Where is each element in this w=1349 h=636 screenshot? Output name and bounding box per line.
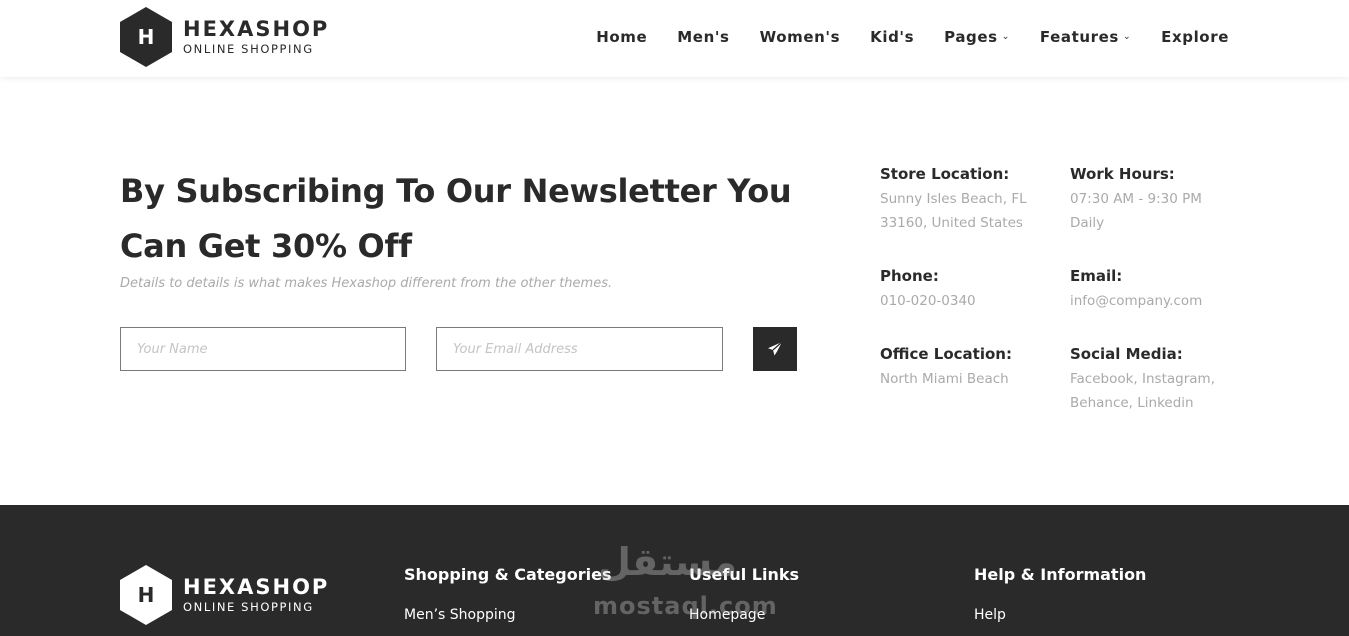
footer-column-title: Help & Information [974, 565, 1147, 584]
nav-label: Kid's [870, 28, 915, 46]
work-hours-line: 07:30 AM - 9:30 PM [1070, 191, 1202, 207]
watermark-latin: mostaql.com [593, 592, 778, 620]
nav-womens[interactable]: Women's [760, 28, 841, 46]
main-nav: Home Men's Women's Kid's Pages ⌄ Features… [566, 28, 1229, 46]
footer-column-title: Shopping & Categories [404, 565, 612, 584]
work-hours-line: Daily [1070, 215, 1105, 231]
logo-subtitle: ONLINE SHOPPING [183, 600, 314, 614]
logo-text: HEXASHOP ONLINE SHOPPING [183, 575, 329, 615]
work-hours-block: Work Hours: 07:30 AM - 9:30 PM Daily [1070, 163, 1202, 235]
watermark: مستقل mostaql.com [590, 540, 777, 625]
phone-label: Phone: [880, 267, 939, 285]
phone-block: Phone: 010-020-0340 [880, 265, 976, 313]
footer-column-categories: Shopping & Categories Men’s Shopping [404, 565, 611, 623]
logo-letter: H [137, 583, 155, 607]
work-hours-value: 07:30 AM - 9:30 PM Daily [1070, 187, 1202, 235]
footer-logo[interactable]: H HEXASHOP ONLINE SHOPPING [120, 565, 329, 625]
social-media-line[interactable]: Behance, Linkedin [1070, 391, 1215, 415]
hexagon-logo-icon: H [120, 7, 172, 67]
hexagon-logo-icon: H [120, 565, 172, 625]
nav-mens[interactable]: Men's [677, 28, 729, 46]
footer-column-help: Help & Information Help [974, 565, 1146, 623]
footer-link[interactable]: Men’s Shopping [404, 607, 611, 623]
nav-pages[interactable]: Pages ⌄ [944, 28, 1010, 46]
nav-kids[interactable]: Kid's [870, 28, 914, 46]
footer-link[interactable]: Help [974, 607, 1146, 623]
store-location-label: Store Location: [880, 165, 1010, 183]
chevron-down-icon: ⌄ [1001, 32, 1010, 42]
logo-title: HEXASHOP [183, 17, 330, 41]
watermark-arabic: مستقل [598, 540, 737, 584]
email-block: Email: info@company.com [1070, 265, 1202, 313]
office-location-label: Office Location: [880, 345, 1012, 363]
newsletter-subtext: Details to details is what makes Hexasho… [120, 276, 613, 291]
header-logo[interactable]: H HEXASHOP ONLINE SHOPPING [120, 7, 329, 67]
nav-explore[interactable]: Explore [1161, 28, 1229, 46]
email-input[interactable] [436, 327, 723, 371]
social-media-value: Facebook, Instagram, Behance, Linkedin [1070, 367, 1215, 415]
nav-label: Women's [759, 28, 841, 46]
office-location-block: Office Location: North Miami Beach [880, 343, 1012, 391]
logo-letter: H [137, 25, 155, 49]
nav-label: Pages [944, 28, 998, 46]
email-label: Email: [1070, 267, 1123, 285]
nav-label: Features [1039, 28, 1119, 46]
paper-plane-icon [768, 341, 783, 356]
social-media-line[interactable]: Facebook, Instagram, [1070, 367, 1215, 391]
work-hours-label: Work Hours: [1070, 165, 1175, 183]
nav-label: Home [596, 28, 648, 46]
newsletter-headline: By Subscribing To Our Newsletter You Can… [120, 172, 792, 265]
nav-label: Men's [677, 28, 730, 46]
name-input[interactable] [120, 327, 406, 371]
store-location-block: Store Location: Sunny Isles Beach, FL 33… [880, 163, 1027, 235]
logo-subtitle: ONLINE SHOPPING [183, 42, 314, 56]
logo-text: HEXASHOP ONLINE SHOPPING [183, 17, 329, 57]
nav-label: Explore [1161, 28, 1229, 46]
social-media-block: Social Media: Facebook, Instagram, Behan… [1070, 343, 1215, 415]
chevron-down-icon: ⌄ [1122, 32, 1132, 42]
store-location-value: Sunny Isles Beach, FL 33160, United Stat… [880, 187, 1027, 235]
social-media-label: Social Media: [1070, 345, 1183, 363]
store-location-line: Sunny Isles Beach, FL [880, 191, 1027, 207]
subscribe-button[interactable] [753, 327, 797, 371]
nav-home[interactable]: Home [596, 28, 647, 46]
site-header: H HEXASHOP ONLINE SHOPPING Home Men's Wo… [0, 0, 1349, 77]
office-location-value: North Miami Beach [880, 371, 1009, 387]
phone-value[interactable]: 010-020-0340 [880, 289, 976, 313]
store-location-line: 33160, United States [880, 215, 1023, 231]
logo-title: HEXASHOP [183, 575, 330, 599]
email-value[interactable]: info@company.com [1070, 289, 1202, 313]
nav-features[interactable]: Features ⌄ [1040, 28, 1131, 46]
